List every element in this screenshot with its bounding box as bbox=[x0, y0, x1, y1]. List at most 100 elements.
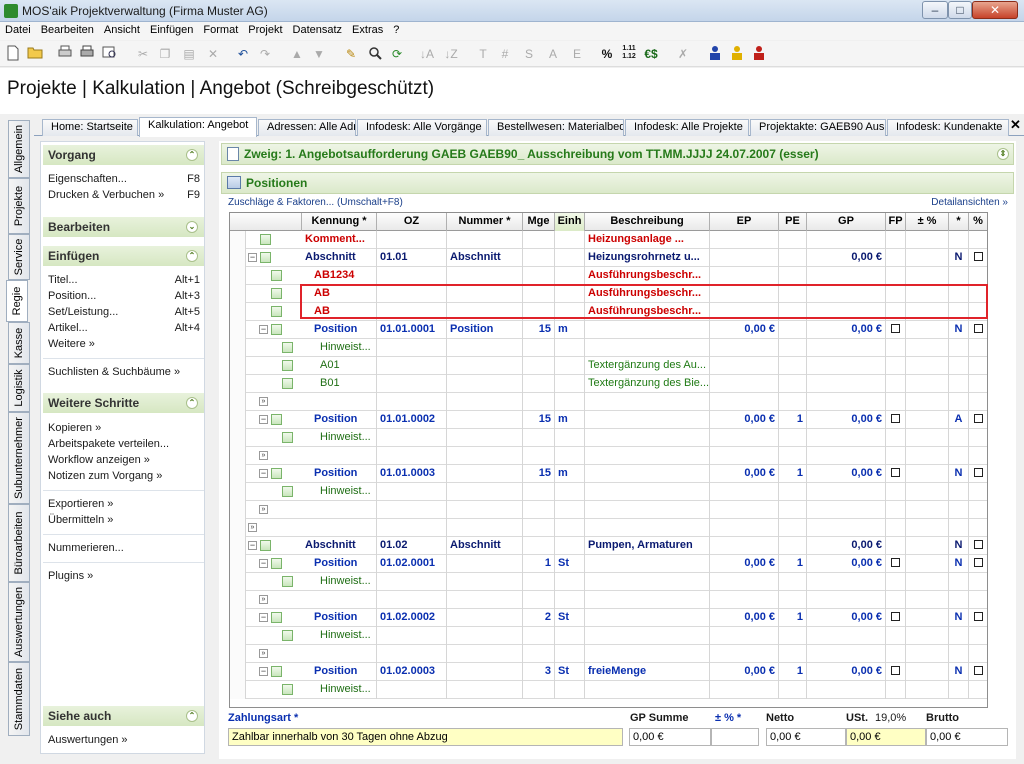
cell-fp[interactable] bbox=[886, 357, 906, 375]
cell-beschr[interactable] bbox=[585, 681, 710, 699]
checkbox[interactable] bbox=[973, 323, 983, 333]
cell-ep[interactable] bbox=[710, 501, 779, 519]
column-header-pm[interactable]: ± % bbox=[906, 213, 949, 231]
cell-beschr[interactable] bbox=[585, 447, 710, 465]
tab-infodesk-vorgaenge[interactable]: Infodesk: Alle Vorgänge bbox=[357, 119, 487, 136]
cell-pe[interactable] bbox=[779, 591, 807, 609]
cell-pe[interactable] bbox=[779, 519, 807, 537]
checkbox[interactable] bbox=[891, 557, 900, 567]
cell-mge[interactable] bbox=[523, 267, 555, 285]
cell-gp[interactable]: 0,00 € bbox=[807, 555, 886, 573]
cell-pct[interactable] bbox=[969, 231, 987, 249]
table-row[interactable]: Hinweist... bbox=[230, 627, 987, 645]
cell-ep[interactable]: 0,00 € bbox=[710, 465, 779, 483]
cell-oz[interactable] bbox=[377, 267, 447, 285]
cell-beschr[interactable] bbox=[585, 609, 710, 627]
sidebar-item-eigenschaften[interactable]: Eigenschaften... F8 bbox=[48, 173, 200, 185]
cell-kennung[interactable]: Position bbox=[302, 411, 377, 429]
table-row[interactable]: Hinweist... bbox=[230, 339, 987, 357]
table-row[interactable]: − Position 01.02.0001 1 St 0,00 € 1 0,00 € N bbox=[230, 555, 987, 573]
cell-beschr[interactable] bbox=[585, 573, 710, 591]
column-header-mge[interactable]: Mge bbox=[523, 213, 555, 231]
cell-fp[interactable] bbox=[886, 555, 906, 573]
move-down-icon[interactable]: ▼ bbox=[310, 45, 328, 63]
collapse-icon[interactable]: ⌃ bbox=[186, 710, 198, 722]
sidebar-item-set[interactable]: Set/Leistung... Alt+5 bbox=[48, 306, 200, 318]
tree-expand-icon[interactable]: » bbox=[259, 505, 268, 514]
cell-einh[interactable] bbox=[555, 483, 585, 501]
cell-ep[interactable] bbox=[710, 393, 779, 411]
cell-oz[interactable]: 01.01.0003 bbox=[377, 465, 447, 483]
user-blue-icon[interactable] bbox=[706, 45, 724, 63]
cell-nummer[interactable] bbox=[447, 555, 523, 573]
cell-pct[interactable] bbox=[969, 267, 987, 285]
checkbox[interactable] bbox=[973, 665, 983, 675]
column-header-pe[interactable]: PE bbox=[779, 213, 807, 231]
cell-einh[interactable] bbox=[555, 249, 585, 267]
column-header-star[interactable]: * bbox=[949, 213, 969, 231]
cell-kennung[interactable]: Hinweist... bbox=[302, 681, 377, 699]
cell-ep[interactable]: 0,00 € bbox=[710, 555, 779, 573]
cell-pct[interactable] bbox=[969, 627, 987, 645]
redo-icon[interactable]: ↷ bbox=[256, 45, 274, 63]
cell-star[interactable] bbox=[949, 267, 969, 285]
cell-pe[interactable]: 1 bbox=[779, 411, 807, 429]
cell-gp[interactable]: 0,00 € bbox=[807, 609, 886, 627]
cell-pm[interactable] bbox=[906, 249, 949, 267]
checkbox[interactable] bbox=[891, 323, 900, 333]
sidebar-item-workflow[interactable]: Workflow anzeigen » bbox=[48, 454, 200, 466]
cell-einh[interactable] bbox=[555, 267, 585, 285]
table-row[interactable]: Hinweist... bbox=[230, 483, 987, 501]
cell-mge[interactable] bbox=[523, 501, 555, 519]
row-gutter[interactable] bbox=[230, 519, 246, 537]
cell-einh[interactable] bbox=[555, 627, 585, 645]
cell-pe[interactable] bbox=[779, 681, 807, 699]
cell-pe[interactable] bbox=[779, 393, 807, 411]
cell-einh[interactable] bbox=[555, 681, 585, 699]
cell-oz[interactable] bbox=[377, 375, 447, 393]
move-up-icon[interactable]: ▲ bbox=[288, 45, 306, 63]
cell-ep[interactable]: 0,00 € bbox=[710, 663, 779, 681]
tree-collapse-icon[interactable]: − bbox=[259, 469, 268, 478]
cell-kennung[interactable]: B01 bbox=[302, 375, 377, 393]
cell-pm[interactable] bbox=[906, 375, 949, 393]
checkbox[interactable] bbox=[973, 467, 983, 477]
cell-mge[interactable] bbox=[523, 393, 555, 411]
row-gutter[interactable] bbox=[230, 285, 246, 303]
cell-mge[interactable]: 15 bbox=[523, 321, 555, 339]
cell-kennung[interactable] bbox=[302, 501, 377, 519]
cell-pe[interactable] bbox=[779, 375, 807, 393]
cell-nummer[interactable] bbox=[447, 519, 523, 537]
cell-mge[interactable] bbox=[523, 573, 555, 591]
cell-fp[interactable] bbox=[886, 627, 906, 645]
open-folder-icon[interactable] bbox=[26, 45, 44, 63]
cell-fp[interactable] bbox=[886, 681, 906, 699]
plus-minus-field[interactable] bbox=[711, 728, 759, 746]
cell-mge[interactable] bbox=[523, 519, 555, 537]
cell-pct[interactable] bbox=[969, 393, 987, 411]
sort-descending-icon[interactable]: ↓Z bbox=[442, 45, 460, 63]
cell-einh[interactable]: St bbox=[555, 555, 585, 573]
cell-mge[interactable] bbox=[523, 627, 555, 645]
cell-star[interactable] bbox=[949, 375, 969, 393]
cell-einh[interactable] bbox=[555, 519, 585, 537]
cell-nummer[interactable] bbox=[447, 609, 523, 627]
cell-oz[interactable] bbox=[377, 519, 447, 537]
refresh-icon[interactable]: ⟳ bbox=[388, 45, 406, 63]
cell-pct[interactable] bbox=[969, 555, 987, 573]
cell-pct[interactable] bbox=[969, 591, 987, 609]
row-gutter[interactable] bbox=[230, 303, 246, 321]
cell-oz[interactable]: 01.02.0002 bbox=[377, 609, 447, 627]
cell-gp[interactable] bbox=[807, 573, 886, 591]
row-gutter[interactable] bbox=[230, 663, 246, 681]
print-icon[interactable] bbox=[78, 45, 96, 63]
cell-mge[interactable] bbox=[523, 483, 555, 501]
cell-star[interactable] bbox=[949, 519, 969, 537]
row-gutter[interactable] bbox=[230, 231, 246, 249]
cell-ep[interactable] bbox=[710, 447, 779, 465]
row-gutter[interactable] bbox=[230, 249, 246, 267]
cell-kennung[interactable]: Position bbox=[302, 609, 377, 627]
cell-ep[interactable] bbox=[710, 519, 779, 537]
ust-field[interactable]: 0,00 € bbox=[846, 728, 926, 746]
table-row[interactable]: B01 Textergänzung des Bie... bbox=[230, 375, 987, 393]
